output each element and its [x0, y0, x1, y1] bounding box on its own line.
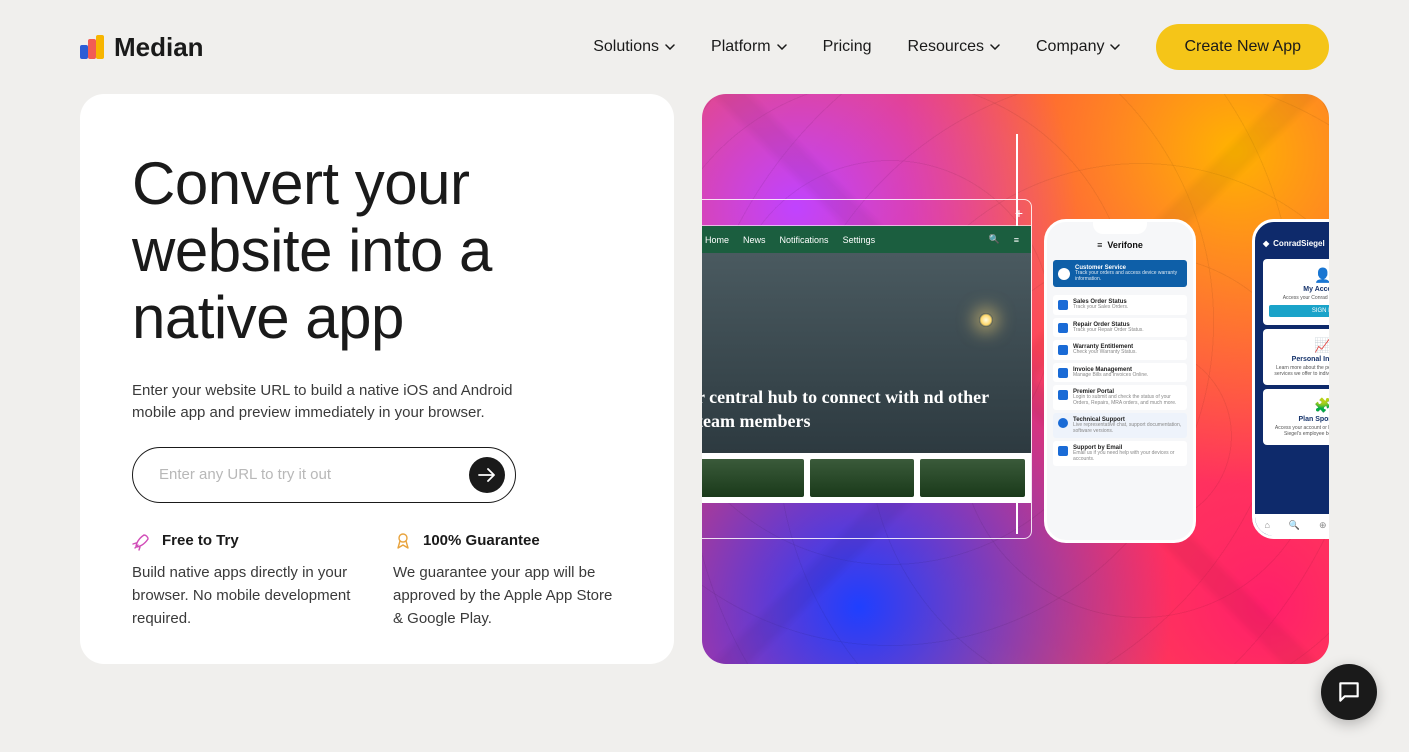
feature-free-to-try: Free to Try Build native apps directly i…	[132, 531, 361, 631]
hero-card: Convert your website into a native app E…	[80, 94, 674, 664]
chat-icon	[1336, 679, 1362, 705]
nav-label: Resources	[908, 38, 984, 56]
avatar-icon	[1058, 268, 1070, 280]
panel-personal-investors: 📈 Personal Investors Learn more about th…	[1263, 329, 1329, 385]
list-item: Technical SupportLive representative cha…	[1053, 413, 1187, 438]
list-item: Sales Order StatusTrack your Sales Order…	[1053, 295, 1187, 315]
sign-in-button: SIGN IN	[1269, 305, 1329, 317]
phone-mockup-conradsiegel: ◆ ConradSiegel⋯ 👤 My Account Access your…	[1252, 219, 1329, 539]
hero-subtitle: Enter your website URL to build a native…	[132, 380, 532, 425]
brand-logo[interactable]: Median	[80, 32, 204, 63]
award-icon	[393, 531, 413, 551]
nav-label: Pricing	[823, 38, 872, 56]
nav-label: Solutions	[593, 38, 659, 56]
list-item: Premier PortalLogin to submit and check …	[1053, 385, 1187, 410]
list-item: Repair Order StatusTrack your Repair Ord…	[1053, 318, 1187, 338]
chevron-down-icon	[665, 42, 675, 52]
mock-site-nav: Home News Notifications Settings 🔍 ≡	[702, 226, 1031, 253]
mock-nav-item: News	[743, 235, 766, 245]
browser-chrome: +	[702, 200, 1031, 226]
chevron-down-icon	[1110, 42, 1120, 52]
chart-icon: 📈	[1269, 337, 1329, 354]
nav-company[interactable]: Company	[1036, 38, 1120, 56]
browser-mockup: + Home News Notifications Settings 🔍 ≡ r…	[702, 199, 1032, 539]
phone-mockup-verifone: ≡ Verifone Customer ServiceTrack your or…	[1044, 219, 1196, 543]
panel-my-account: 👤 My Account Access your Conrad Siegel a…	[1263, 259, 1329, 325]
menu-icon: ≡	[1014, 235, 1019, 245]
nav-platform[interactable]: Platform	[711, 38, 787, 56]
main-content: Convert your website into a native app E…	[0, 94, 1409, 664]
mock-nav-item: Home	[705, 235, 729, 245]
create-app-button[interactable]: Create New App	[1156, 24, 1329, 70]
phone-brand-bar: ◆ ConradSiegel⋯	[1255, 222, 1329, 255]
phone-list: Sales Order StatusTrack your Sales Order…	[1047, 291, 1193, 473]
mock-nav-item: Notifications	[780, 235, 829, 245]
phone-header-row: Customer ServiceTrack your orders and ac…	[1053, 260, 1187, 287]
mock-nav-item: Settings	[843, 235, 876, 245]
nav-resources[interactable]: Resources	[908, 38, 1000, 56]
list-item: Invoice ManagementManage Bills and Invoi…	[1053, 363, 1187, 383]
streetlamp-glow	[979, 313, 993, 327]
puzzle-icon: 🧩	[1269, 397, 1329, 414]
mock-site-hero: r central hub to connect with nd other t…	[702, 253, 1031, 453]
phone-tabbar: ⌂ 🔍 ⊕ ⚐ ⦿	[1255, 514, 1329, 536]
feature-title: Free to Try	[162, 532, 239, 549]
list-item: Warranty EntitlementCheck your Warranty …	[1053, 340, 1187, 360]
home-icon: ⌂	[1264, 520, 1269, 530]
mock-thumbnails	[702, 453, 1031, 503]
feature-title: 100% Guarantee	[423, 532, 540, 549]
showcase-graphic: + Home News Notifications Settings 🔍 ≡ r…	[702, 94, 1329, 664]
submit-url-button[interactable]	[469, 457, 505, 493]
url-input[interactable]	[159, 466, 469, 483]
panel-plan-sponsors: 🧩 Plan Sponsors Access your account or l…	[1263, 389, 1329, 445]
logo-mark-icon	[80, 35, 104, 59]
primary-nav: Solutions Platform Pricing Resources Com…	[593, 24, 1329, 70]
add-icon: ⊕	[1319, 520, 1327, 531]
list-item: Support by EmailEmail us if you need hel…	[1053, 441, 1187, 466]
brand-name: Median	[114, 32, 204, 63]
nav-label: Company	[1036, 38, 1104, 56]
rocket-icon	[132, 531, 152, 551]
chevron-down-icon	[777, 42, 787, 52]
url-input-group	[132, 447, 516, 503]
feature-body: Build native apps directly in your brows…	[132, 561, 361, 631]
feature-body: We guarantee your app will be approved b…	[393, 561, 622, 631]
arrow-right-icon	[478, 468, 496, 482]
hero-title: Convert your website into a native app	[132, 150, 622, 352]
nav-label: Platform	[711, 38, 771, 56]
chat-widget-button[interactable]	[1321, 664, 1377, 720]
mock-hero-text: r central hub to connect with nd other t…	[702, 386, 1031, 453]
chevron-down-icon	[990, 42, 1000, 52]
search-icon: 🔍	[1289, 520, 1300, 531]
nav-solutions[interactable]: Solutions	[593, 38, 675, 56]
feature-row: Free to Try Build native apps directly i…	[132, 531, 622, 631]
feature-guarantee: 100% Guarantee We guarantee your app wil…	[393, 531, 622, 631]
phone-notch	[1093, 222, 1147, 234]
nav-pricing[interactable]: Pricing	[823, 38, 872, 56]
search-icon: 🔍	[989, 234, 1000, 245]
user-icon: 👤	[1269, 267, 1329, 284]
site-header: Median Solutions Platform Pricing Resour…	[0, 0, 1409, 94]
